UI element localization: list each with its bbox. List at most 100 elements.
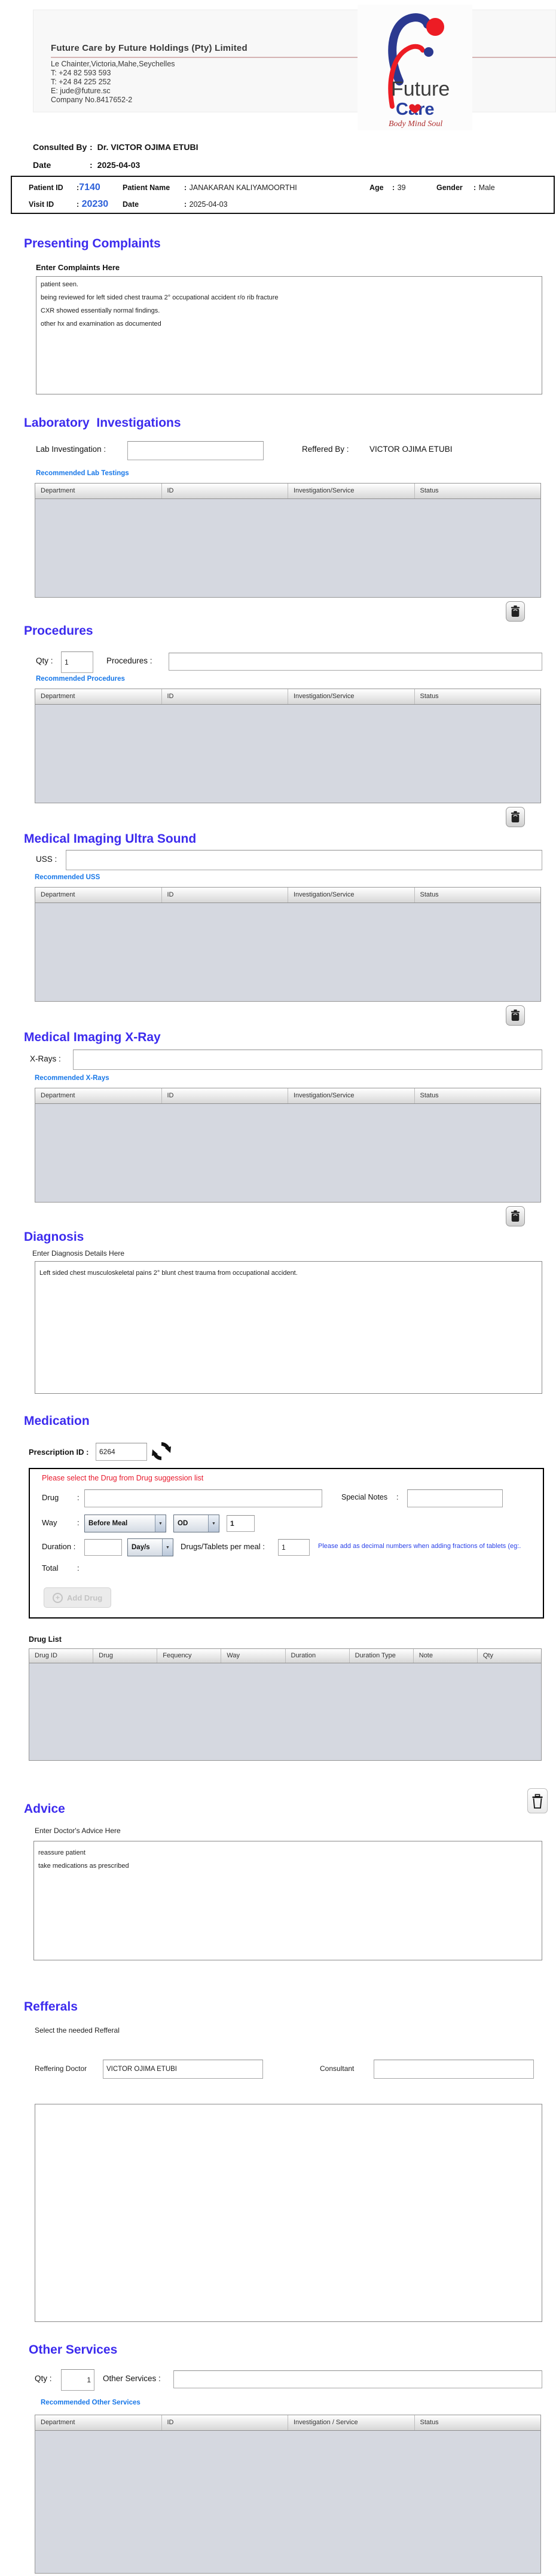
- procedures-input[interactable]: [169, 653, 542, 671]
- add-drug-button[interactable]: + Add Drug: [44, 1587, 112, 1608]
- advice-textarea[interactable]: reassure patient take medications as pre…: [33, 1841, 542, 1960]
- lab-investigation-input[interactable]: [127, 441, 264, 460]
- lab-table-header: Department ID Investigation/Service Stat…: [35, 484, 540, 499]
- prescription-id-input[interactable]: [96, 1443, 147, 1461]
- company-address: Le Chainter,Victoria,Mahe,Seychelles: [51, 60, 175, 68]
- column-header-status[interactable]: Status: [415, 2415, 541, 2430]
- other-services-input[interactable]: [173, 2370, 542, 2388]
- diagnosis-textarea[interactable]: Left sided chest musculoskeletal pains 2…: [35, 1261, 542, 1394]
- column-header-investigation[interactable]: Investigation/Service: [288, 1088, 415, 1103]
- column-header-id[interactable]: ID: [162, 2415, 288, 2430]
- per-meal-input[interactable]: [278, 1539, 310, 1556]
- section-title-laboratory: Laboratory Investigations: [24, 416, 181, 430]
- column-header-investigation[interactable]: Investigation/Service: [288, 888, 415, 902]
- column-header-investigation[interactable]: Investigation/Service: [288, 484, 415, 498]
- referrals-sublabel: Select the needed Refferal: [35, 2026, 120, 2035]
- recommended-other-services-link: Recommended Other Services: [41, 2399, 140, 2406]
- column-header-department[interactable]: Department: [35, 888, 162, 902]
- colon: :: [473, 183, 476, 192]
- special-notes-input[interactable]: [407, 1489, 503, 1507]
- section-title-diagnosis: Diagnosis: [24, 1230, 84, 1244]
- column-header-duration[interactable]: Duration: [286, 1649, 350, 1663]
- referred-by-label: Reffered By :: [302, 445, 349, 454]
- column-header-department[interactable]: Department: [35, 1088, 162, 1103]
- lab-investigation-label: Lab Investingation :: [36, 445, 106, 454]
- decimal-note: Please add as decimal numbers when addin…: [318, 1543, 521, 1550]
- visit-id-value[interactable]: 20230: [82, 199, 109, 209]
- recommended-xrays-link: Recommended X-Rays: [35, 1075, 109, 1082]
- patient-id-value[interactable]: 7140: [79, 182, 100, 192]
- plus-circle-icon: +: [53, 1592, 63, 1603]
- column-header-id[interactable]: ID: [162, 484, 288, 498]
- uss-input[interactable]: [66, 850, 542, 870]
- colon: :: [392, 183, 395, 192]
- colon: :: [396, 1493, 399, 1501]
- other-services-table: Department ID Investigation / Service St…: [35, 2415, 541, 2574]
- consulted-by-value: Dr. VICTOR OJIMA ETUBI: [97, 142, 198, 152]
- advice-sublabel: Enter Doctor's Advice Here: [35, 1827, 121, 1835]
- column-header-status[interactable]: Status: [415, 1088, 541, 1103]
- duration-type-select[interactable]: Day/s ▼: [127, 1538, 173, 1556]
- refresh-icon: [152, 1442, 171, 1460]
- xray-input[interactable]: [73, 1050, 542, 1070]
- patient-gender-field: Gender: Male: [436, 182, 495, 193]
- column-header-qty[interactable]: Qty: [478, 1649, 541, 1663]
- lab-delete-button[interactable]: [506, 601, 525, 622]
- consult-date-label: Date: [33, 160, 51, 170]
- visit-id-label: Visit ID: [29, 200, 54, 209]
- trash-icon: [511, 811, 520, 822]
- gender-value: Male: [478, 183, 495, 192]
- advice-delete-button[interactable]: [527, 1788, 548, 1813]
- column-header-duration-type[interactable]: Duration Type: [350, 1649, 414, 1663]
- column-header-drug-id[interactable]: Drug ID: [29, 1649, 94, 1663]
- column-header-frequency[interactable]: Fequency: [157, 1649, 222, 1663]
- column-header-id[interactable]: ID: [162, 689, 288, 704]
- referring-doctor-label: Reffering Doctor: [35, 2064, 87, 2073]
- colon: :: [90, 142, 93, 152]
- refresh-prescription-button[interactable]: [151, 1440, 172, 1462]
- procedures-qty-input[interactable]: [61, 651, 93, 673]
- referral-list-box[interactable]: [35, 2104, 542, 2322]
- section-title-xray: Medical Imaging X-Ray: [24, 1030, 161, 1044]
- column-header-way[interactable]: Way: [221, 1649, 286, 1663]
- company-number: Company No.8417652-2: [51, 96, 133, 104]
- procedures-delete-button[interactable]: [506, 807, 525, 827]
- visit-id-field: Visit ID: 20230: [29, 199, 108, 210]
- patient-name-label: Patient Name: [123, 183, 170, 192]
- column-header-investigation[interactable]: Investigation / Service: [288, 2415, 415, 2430]
- referred-by-value: VICTOR OJIMA ETUBI: [369, 445, 453, 454]
- column-header-department[interactable]: Department: [35, 484, 162, 498]
- section-title-procedures: Procedures: [24, 624, 93, 638]
- colon: :: [77, 1564, 80, 1572]
- duration-input[interactable]: [84, 1539, 122, 1556]
- visit-date-value: 2025-04-03: [189, 200, 228, 209]
- complaints-textarea[interactable]: patient seen. being reviewed for left si…: [36, 276, 542, 394]
- drug-input[interactable]: [84, 1489, 322, 1507]
- company-phone-1: T: +24 82 593 593: [51, 69, 111, 77]
- consult-date-value: 2025-04-03: [97, 160, 140, 170]
- way-select[interactable]: Before Meal ▼: [84, 1515, 166, 1532]
- column-header-status[interactable]: Status: [415, 888, 541, 902]
- chevron-down-icon: ▼: [162, 1539, 173, 1556]
- patient-age-field: Age: 39: [369, 182, 406, 193]
- way-label: Way: [42, 1518, 57, 1527]
- column-header-note[interactable]: Note: [414, 1649, 478, 1663]
- column-header-status[interactable]: Status: [415, 689, 541, 704]
- xray-delete-button[interactable]: [506, 1206, 525, 1226]
- drug-list-table: Drug ID Drug Fequency Way Duration Durat…: [29, 1648, 542, 1761]
- uss-delete-button[interactable]: [506, 1005, 525, 1026]
- column-header-drug[interactable]: Drug: [93, 1649, 158, 1663]
- consultant-input[interactable]: [374, 2060, 534, 2079]
- column-header-department[interactable]: Department: [35, 2415, 162, 2430]
- trash-icon: [511, 1210, 520, 1222]
- way-count-input[interactable]: [227, 1515, 255, 1532]
- column-header-status[interactable]: Status: [415, 484, 541, 498]
- other-services-qty-input[interactable]: [61, 2369, 94, 2391]
- column-header-department[interactable]: Department: [35, 689, 162, 704]
- column-header-id[interactable]: ID: [162, 888, 288, 902]
- column-header-id[interactable]: ID: [162, 1088, 288, 1103]
- referring-doctor-input[interactable]: [103, 2060, 263, 2079]
- trash-icon: [511, 1009, 520, 1021]
- frequency-select[interactable]: OD ▼: [173, 1515, 219, 1532]
- column-header-investigation[interactable]: Investigation/Service: [288, 689, 415, 704]
